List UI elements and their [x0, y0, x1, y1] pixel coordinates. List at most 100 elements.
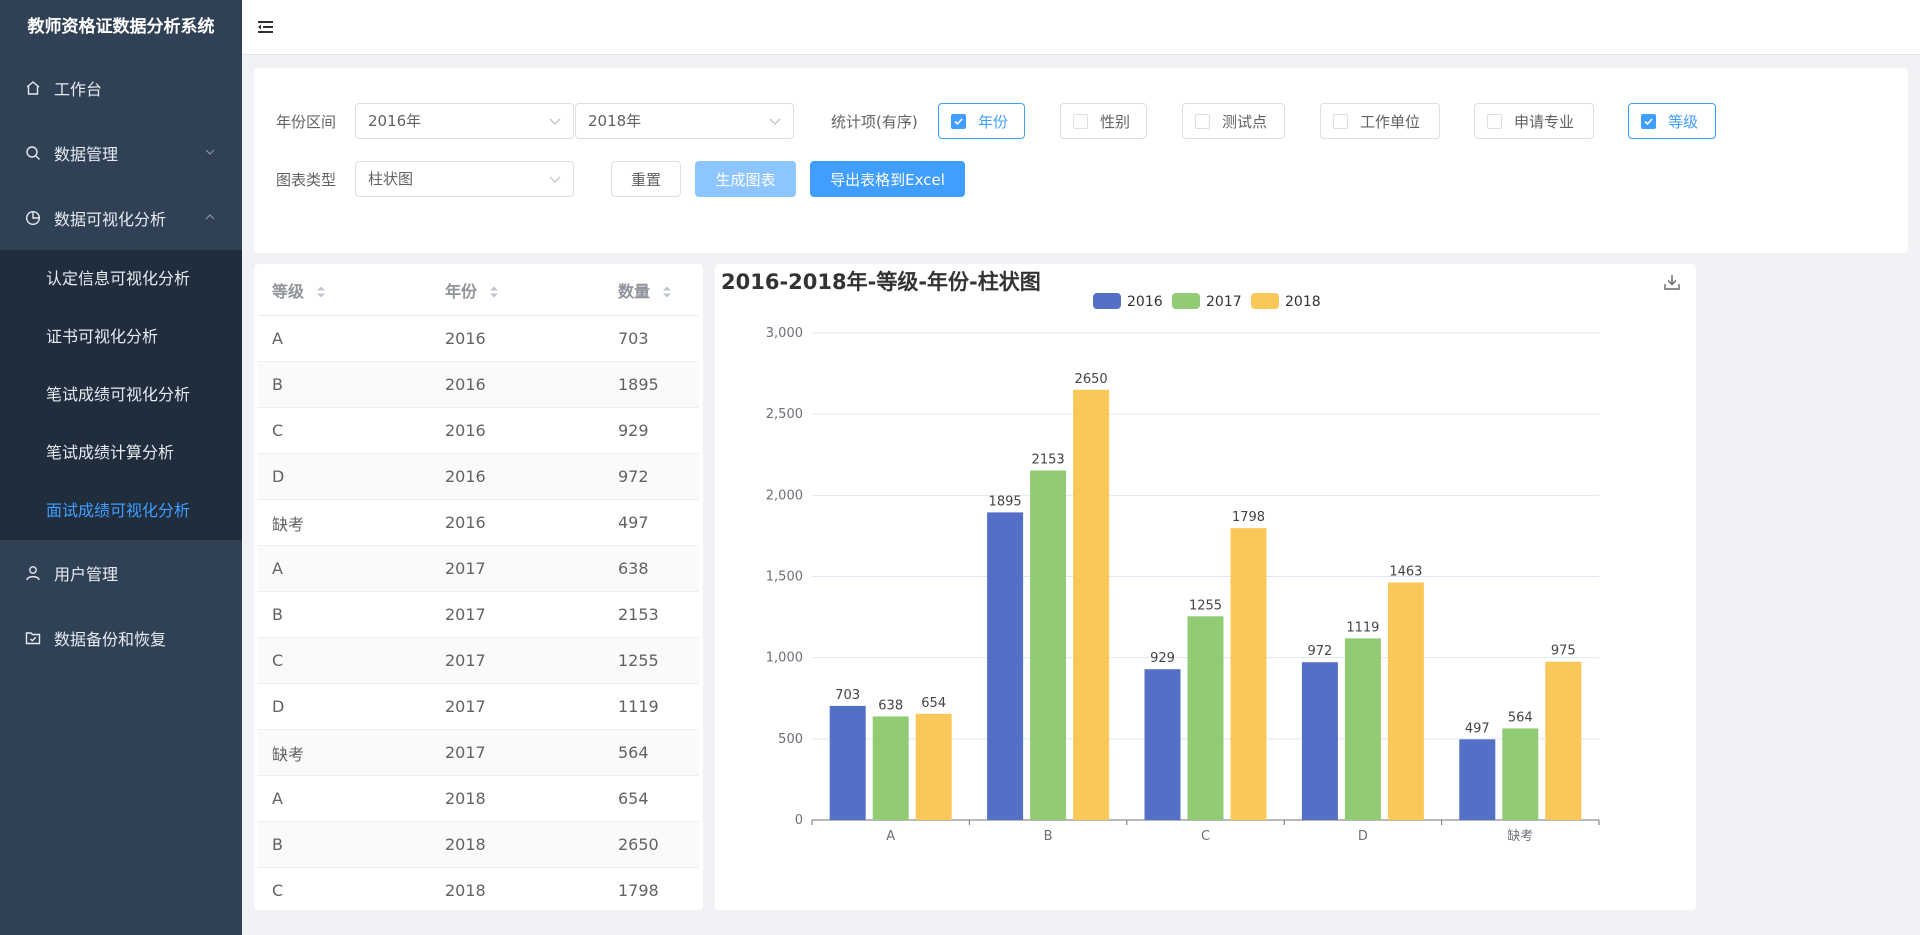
table-row[interactable]: 缺考 2016 497	[258, 500, 699, 546]
checkbox-checked-icon	[1641, 113, 1656, 129]
table-row[interactable]: B 2018 2650	[258, 822, 699, 868]
legend-label: 2018	[1285, 294, 1321, 310]
table-row[interactable]: B 2016 1895	[258, 362, 699, 408]
sidebar-subitem-certification[interactable]: 认定信息可视化分析	[0, 250, 242, 308]
column-header-grade[interactable]: 等级	[258, 278, 431, 302]
sort-icon[interactable]	[662, 284, 672, 300]
data-label: 1463	[1389, 565, 1422, 580]
data-label: 972	[1307, 644, 1332, 659]
legend-swatch	[1093, 293, 1121, 309]
legend-label: 2017	[1206, 294, 1242, 310]
table-header: 等级 年份 数量	[258, 264, 699, 316]
sidebar-item-data-management[interactable]: 数据管理	[0, 120, 242, 185]
table-row[interactable]: 缺考 2017 564	[258, 730, 699, 776]
table-row[interactable]: A 2017 638	[258, 546, 699, 592]
chart-panel: 2016-2018年-等级-年份-柱状图 0 500 1,000 1,500 2,000…	[715, 264, 1696, 910]
checkbox-test-site[interactable]: 测试点	[1182, 103, 1285, 139]
sidebar-item-user-management[interactable]: 用户管理	[0, 540, 242, 605]
chart-type-label: 图表类型	[276, 171, 337, 189]
checkbox-gender[interactable]: 性别	[1060, 103, 1147, 139]
table-row[interactable]: A 2016 703	[258, 316, 699, 362]
sidebar-submenu: 认定信息可视化分析 证书可视化分析 笔试成绩可视化分析 笔试成绩计算分析 面试成…	[0, 250, 242, 540]
checkbox-major[interactable]: 申请专业	[1474, 103, 1594, 139]
sidebar-subitem-interview-score[interactable]: 面试成绩可视化分析	[0, 482, 242, 540]
checkbox-work-unit[interactable]: 工作单位	[1320, 103, 1440, 139]
data-label: 654	[921, 696, 946, 711]
checkbox-unchecked-icon	[1073, 113, 1088, 129]
table-row[interactable]: C 2017 1255	[258, 638, 699, 684]
table-row[interactable]: D 2016 972	[258, 454, 699, 500]
data-label: 497	[1465, 721, 1490, 736]
checkbox-year[interactable]: 年份	[938, 103, 1025, 139]
data-label: 638	[878, 698, 903, 713]
bar	[1030, 470, 1067, 820]
x-tick-label: C	[1201, 829, 1210, 844]
sidebar-item-label: 数据可视化分析	[54, 209, 167, 229]
chevron-down-icon	[205, 149, 215, 155]
chevron-down-icon	[549, 176, 561, 183]
folder-check-icon	[24, 629, 42, 647]
data-label: 929	[1150, 651, 1175, 666]
column-header-year[interactable]: 年份	[431, 278, 604, 302]
year-from-select[interactable]: 2016年	[355, 103, 574, 139]
sidebar-subitem-written-calc[interactable]: 笔试成绩计算分析	[0, 424, 242, 482]
home-icon	[24, 79, 42, 97]
legend-label: 2016	[1127, 294, 1163, 310]
checkbox-label: 测试点	[1222, 112, 1268, 131]
data-table-panel: 等级 年份 数量 A 2016 703 B 2016 1895 C 2016 929 D 20…	[254, 264, 703, 910]
x-tick-label: 缺考	[1507, 829, 1533, 844]
sidebar-item-label: 用户管理	[54, 564, 119, 584]
checkbox-label: 年份	[978, 112, 1009, 131]
checkbox-unchecked-icon	[1333, 113, 1348, 129]
y-tick-label: 2,500	[766, 407, 803, 422]
reset-button[interactable]: 重置	[611, 161, 681, 197]
sort-icon[interactable]	[316, 284, 326, 300]
bar	[915, 713, 952, 820]
pie-chart-icon	[24, 209, 42, 227]
export-excel-button[interactable]: 导出表格到Excel	[810, 161, 965, 197]
data-label: 564	[1508, 710, 1533, 725]
table-row[interactable]: B 2017 2153	[258, 592, 699, 638]
user-icon	[24, 564, 42, 582]
y-tick-label: 0	[795, 813, 803, 828]
legend-swatch	[1251, 293, 1279, 309]
chart-type-select[interactable]: 柱状图	[355, 161, 574, 197]
checkbox-label: 性别	[1100, 112, 1131, 131]
checkbox-unchecked-icon	[1195, 113, 1210, 129]
checkbox-label: 等级	[1668, 112, 1699, 131]
bar	[1187, 616, 1224, 820]
filter-panel: 年份区间 2016年 2018年 统计项(有序) 年份 性别 测试点 工作单位 …	[254, 68, 1908, 253]
sidebar-item-workbench[interactable]: 工作台	[0, 55, 242, 120]
table-row[interactable]: A 2018 654	[258, 776, 699, 822]
data-label: 1119	[1346, 620, 1379, 635]
sidebar-item-label: 工作台	[54, 79, 103, 99]
checkbox-grade[interactable]: 等级	[1628, 103, 1716, 139]
year-to-value: 2018年	[588, 112, 642, 130]
column-header-count[interactable]: 数量	[604, 278, 699, 302]
hamburger-icon[interactable]	[256, 18, 276, 36]
x-tick-label: B	[1044, 829, 1053, 844]
table-row[interactable]: C 2016 929	[258, 408, 699, 454]
bar	[1344, 638, 1381, 820]
sidebar: 教师资格证数据分析系统 工作台 数据管理 数据可视化分析 认定信息可视化分析 证…	[0, 0, 242, 935]
year-range-label: 年份区间	[276, 113, 337, 131]
generate-chart-button[interactable]: 生成图表	[695, 161, 796, 197]
sidebar-item-backup[interactable]: 数据备份和恢复	[0, 605, 242, 670]
data-label: 1255	[1189, 598, 1222, 613]
top-bar	[242, 0, 1920, 55]
sidebar-subitem-certificate[interactable]: 证书可视化分析	[0, 308, 242, 366]
sidebar-item-visualization[interactable]: 数据可视化分析	[0, 185, 242, 250]
data-label: 2650	[1075, 372, 1108, 387]
y-tick-label: 3,000	[766, 326, 803, 341]
data-table: 等级 年份 数量 A 2016 703 B 2016 1895 C 2016 929 D 20…	[258, 264, 699, 910]
bar	[829, 705, 866, 820]
sort-icon[interactable]	[489, 284, 499, 300]
y-tick-label: 2,000	[766, 488, 803, 503]
sidebar-subitem-written-score[interactable]: 笔试成绩可视化分析	[0, 366, 242, 424]
y-tick-label: 1,000	[766, 651, 803, 666]
chevron-up-icon	[205, 214, 215, 220]
table-row[interactable]: C 2018 1798	[258, 868, 699, 910]
year-to-select[interactable]: 2018年	[575, 103, 794, 139]
table-row[interactable]: D 2017 1119	[258, 684, 699, 730]
data-label: 703	[835, 688, 860, 703]
